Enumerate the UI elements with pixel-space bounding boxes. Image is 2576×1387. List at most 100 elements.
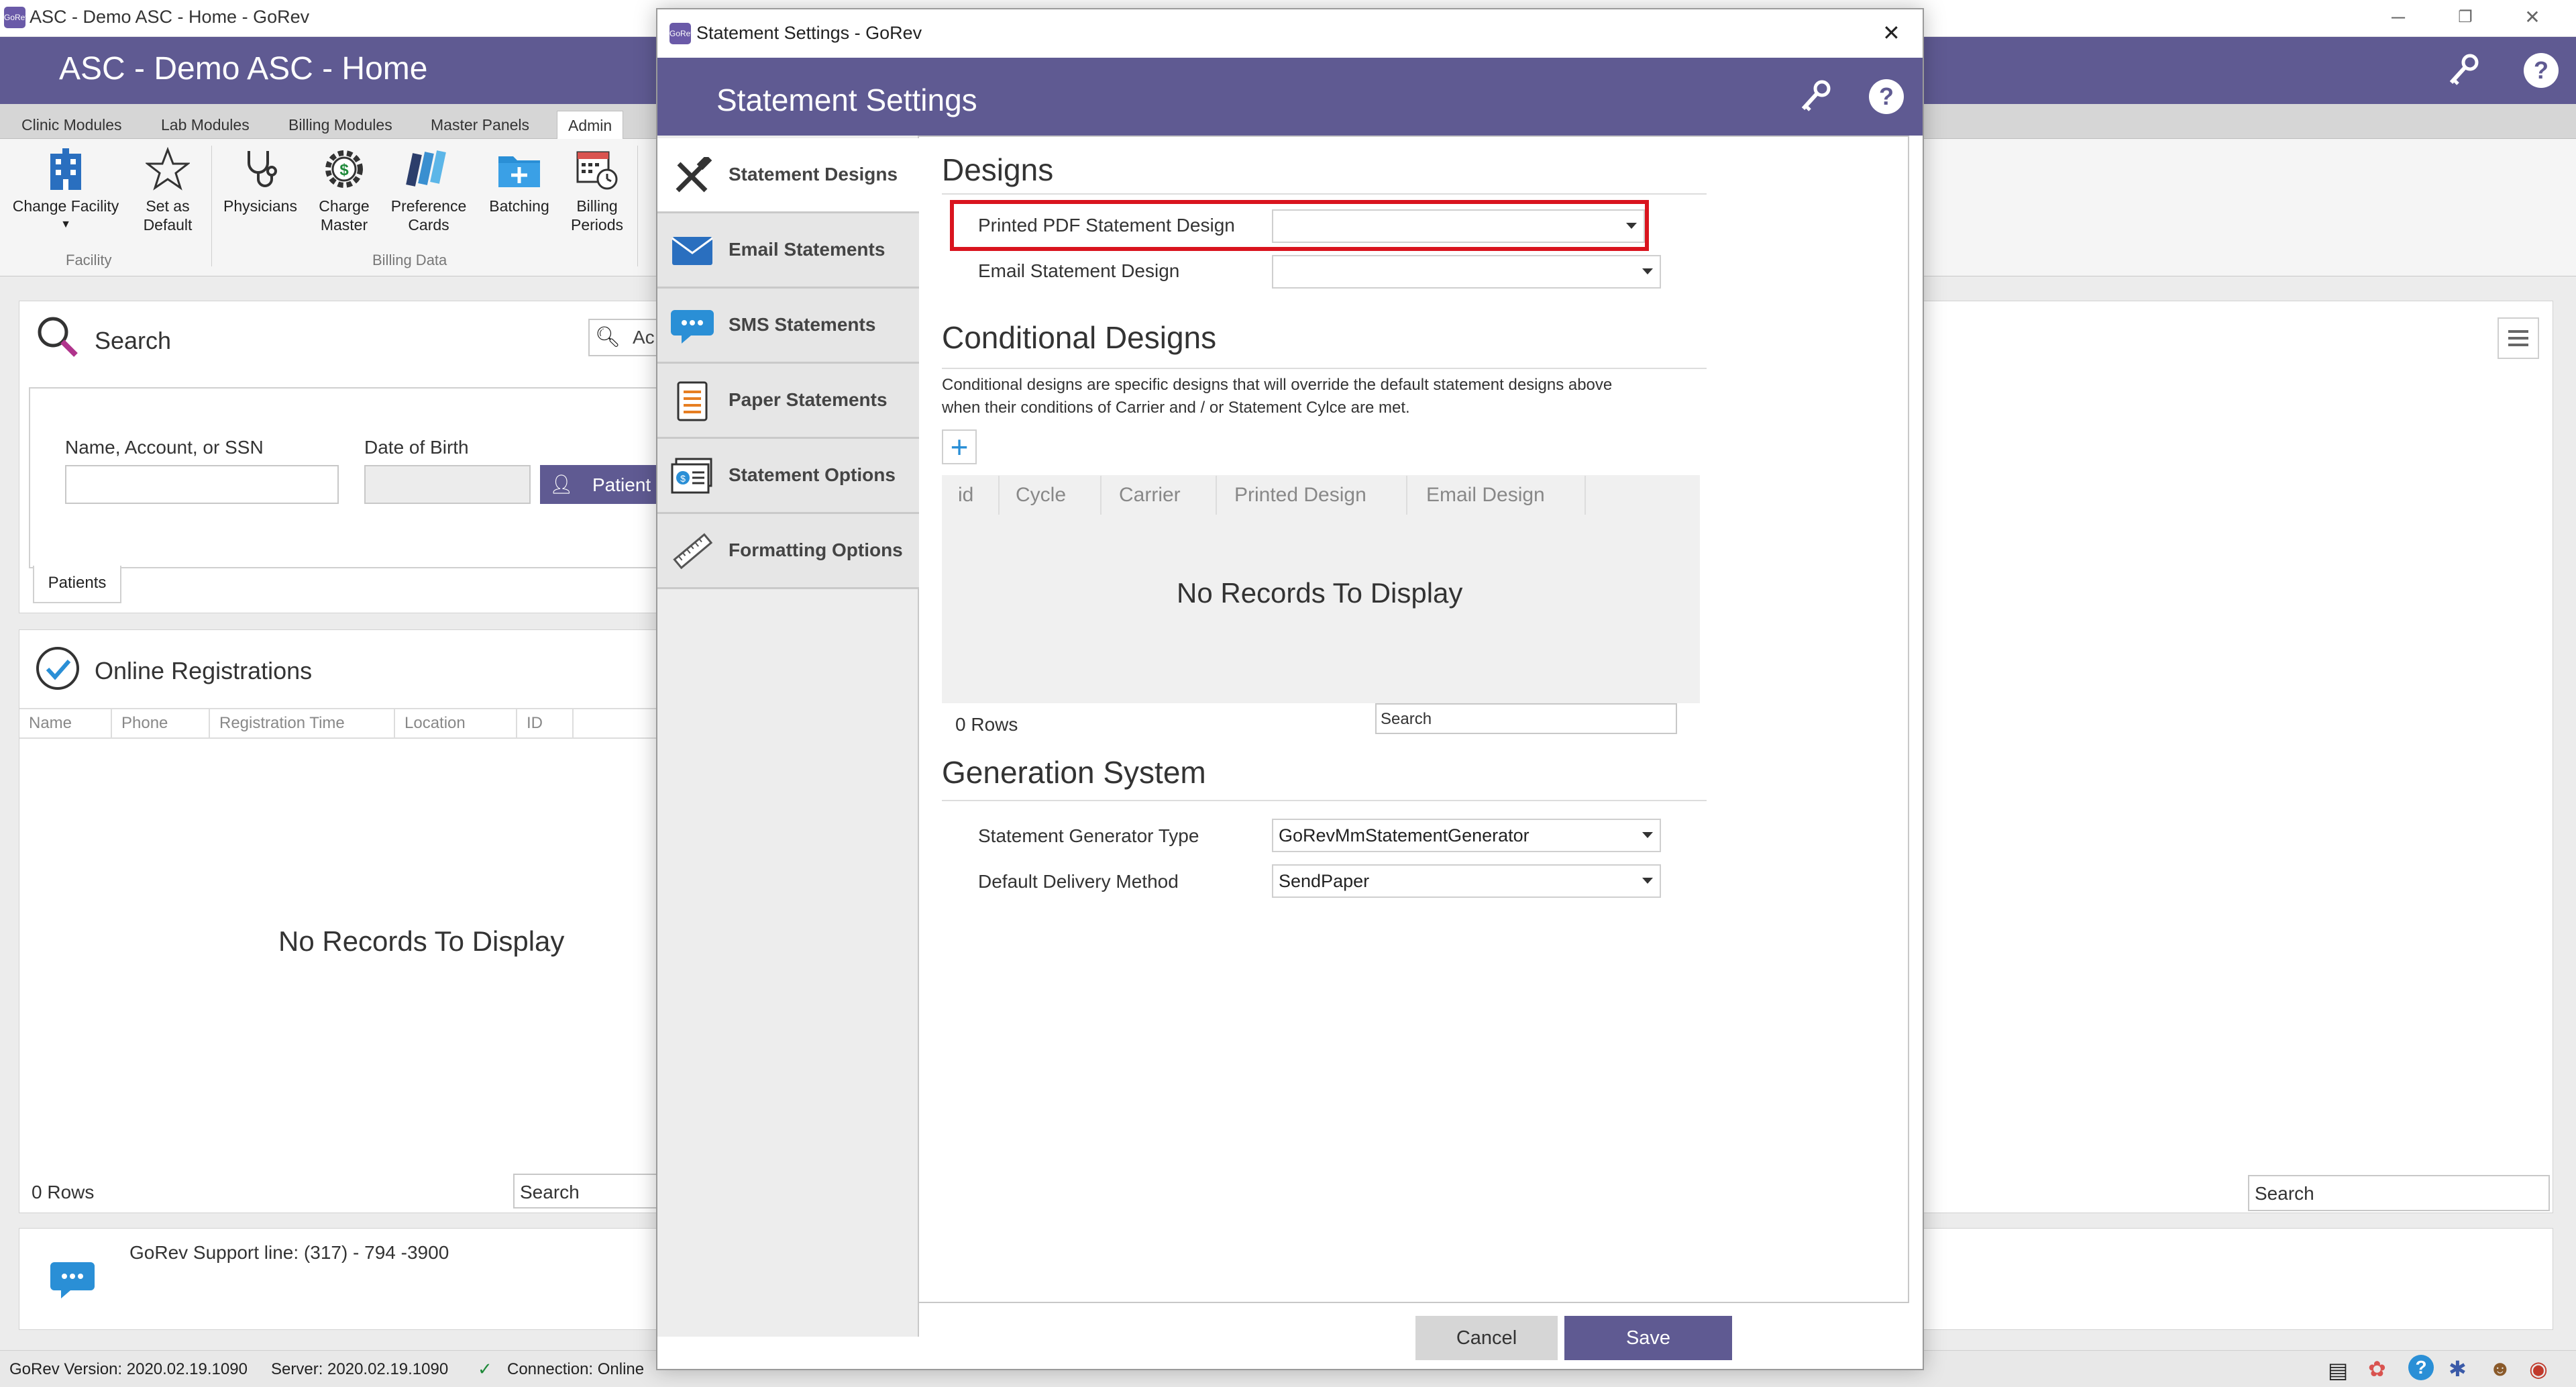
online-reg-row-count: 0 Rows [32, 1182, 95, 1202]
column-header[interactable]: Location [395, 709, 517, 737]
preference-label: Preference [390, 197, 467, 215]
help-icon[interactable]: ? [2520, 49, 2563, 92]
help-circle-icon[interactable]: ? [2408, 1355, 2434, 1380]
tab-lab-modules[interactable]: Lab Modules [150, 111, 260, 139]
column-header[interactable]: Email Design [1407, 476, 1586, 515]
nav-paper-statements[interactable]: Paper Statements [657, 364, 919, 439]
conditional-search-input[interactable]: Search [1375, 703, 1677, 734]
column-header[interactable]: ID [517, 709, 574, 737]
ruler-icon [671, 533, 714, 570]
svg-text:?: ? [1879, 83, 1894, 110]
column-header[interactable]: Carrier [1102, 476, 1217, 515]
dialog-app-icon: GoRev [669, 23, 694, 44]
tab-master-panels[interactable]: Master Panels [420, 111, 540, 139]
delivery-method-select[interactable]: SendPaper [1272, 864, 1661, 898]
version-text: GoRev Version: 2020.02.19.1090 [9, 1360, 248, 1378]
dialog-window-title: Statement Settings - GoRev [696, 23, 922, 43]
section-divider [942, 368, 1707, 369]
printed-pdf-design-select[interactable] [1272, 209, 1645, 243]
charge-master-button[interactable]: $ Charge Master [307, 146, 381, 234]
keys-icon[interactable] [2442, 49, 2485, 92]
delivery-method-label: Default Delivery Method [978, 871, 1179, 892]
designs-section-title: Designs [942, 152, 1054, 187]
help-icon[interactable]: ? [1865, 75, 1908, 118]
cards-label: Cards [408, 216, 449, 234]
save-button[interactable]: Save [1564, 1316, 1732, 1360]
chevron-down-icon [1642, 268, 1653, 274]
preference-cards-button[interactable]: Preference Cards [386, 146, 471, 234]
chevron-down-icon [1626, 223, 1637, 229]
conditional-row-count: 0 Rows [955, 714, 1018, 735]
tab-admin[interactable]: Admin [557, 111, 624, 139]
column-header[interactable]: Registration Time [210, 709, 395, 737]
svg-text:?: ? [2534, 56, 2548, 84]
master-label: Master [320, 216, 368, 234]
bug-icon[interactable]: ✱ [2449, 1356, 2467, 1382]
tab-billing-modules[interactable]: Billing Modules [278, 111, 403, 139]
patient-button-label: Patient [592, 474, 651, 495]
options-card-icon: $ [671, 458, 714, 495]
keys-icon[interactable] [1794, 75, 1837, 118]
nav-sms-statements[interactable]: SMS Statements [657, 289, 919, 364]
nav-label: Email Statements [729, 239, 885, 260]
column-header[interactable]: Name [19, 709, 112, 737]
online-reg-header: Name Phone Registration Time Location ID [19, 708, 684, 739]
nav-label: SMS Statements [729, 314, 876, 335]
chevron-down-icon [1642, 878, 1653, 884]
dropdown-arrow-icon: ▼ [60, 219, 71, 230]
cancel-button[interactable]: Cancel [1415, 1316, 1558, 1360]
nav-statement-options[interactable]: $ Statement Options [657, 439, 919, 514]
batching-label: Batching [489, 197, 549, 215]
conditional-empty: No Records To Display [1177, 577, 1463, 609]
generator-type-label: Statement Generator Type [978, 825, 1199, 846]
page-title: ASC - Demo ASC - Home [59, 51, 428, 87]
column-header[interactable]: Cycle [1000, 476, 1102, 515]
minimize-button[interactable]: ─ [2378, 4, 2418, 31]
generator-type-select[interactable]: GoRevMmStatementGenerator [1272, 819, 1661, 852]
nav-statement-designs[interactable]: Statement Designs [657, 138, 920, 213]
set-as-label: Set as [146, 197, 190, 215]
support-line-text: GoRev Support line: (317) - 794 -3900 [129, 1242, 449, 1263]
tab-clinic-modules[interactable]: Clinic Modules [11, 111, 133, 139]
ribbon-separator [637, 146, 638, 266]
change-facility-button[interactable]: Change Facility ▼ [5, 146, 126, 234]
tools-icon [671, 157, 714, 195]
nav-email-statements[interactable]: Email Statements [657, 213, 919, 289]
building-icon [42, 146, 89, 193]
conditional-description-line1: Conditional designs are specific designs… [942, 376, 1613, 394]
dialog-content: Designs Printed PDF Statement Design Ema… [919, 136, 1909, 1303]
add-conditional-button[interactable]: + [942, 429, 977, 464]
column-header[interactable]: Printed Design [1217, 476, 1407, 515]
dob-label: Date of Birth [364, 437, 469, 458]
column-header[interactable]: id [942, 476, 1000, 515]
menu-icon[interactable] [2498, 317, 2539, 359]
restore-button[interactable]: ❐ [2445, 4, 2485, 31]
right-panel-search-input[interactable]: Search [2248, 1175, 2550, 1211]
settings-icon[interactable]: ✿ [2368, 1356, 2386, 1382]
calendar-clock-icon [574, 146, 621, 193]
physicians-button[interactable]: Physicians [219, 146, 302, 215]
svg-text:$: $ [339, 161, 349, 179]
color-wheel-icon[interactable]: ◉ [2529, 1356, 2548, 1382]
nav-formatting-options[interactable]: Formatting Options [657, 514, 919, 589]
svg-text:$: $ [680, 473, 686, 484]
user-icon[interactable]: ☻ [2489, 1356, 2512, 1381]
batching-button[interactable]: Batching [478, 146, 561, 215]
email-design-select[interactable] [1272, 255, 1661, 289]
dob-input[interactable] [364, 465, 531, 504]
search-icon: 🔍︎ [595, 326, 621, 348]
section-divider [942, 193, 1707, 195]
app-logo-icon: GoRev [4, 7, 29, 28]
connection-text: Connection: Online [507, 1360, 645, 1378]
tab-patients[interactable]: Patients [33, 566, 121, 603]
set-as-default-button[interactable]: Set as Default [134, 146, 201, 234]
close-button[interactable]: ✕ [2512, 4, 2553, 31]
billing-periods-button[interactable]: Billing Periods [562, 146, 632, 234]
column-header[interactable]: Phone [112, 709, 210, 737]
notes-icon[interactable]: ▤ [2328, 1357, 2348, 1383]
dialog-close-button[interactable]: ✕ [1882, 20, 1900, 46]
dialog-header-title: Statement Settings [716, 83, 977, 117]
dialog-titlebar: GoRev Statement Settings - GoRev ✕ [657, 9, 1923, 58]
name-account-ssn-input[interactable] [65, 465, 339, 504]
nav-label: Paper Statements [729, 389, 888, 410]
